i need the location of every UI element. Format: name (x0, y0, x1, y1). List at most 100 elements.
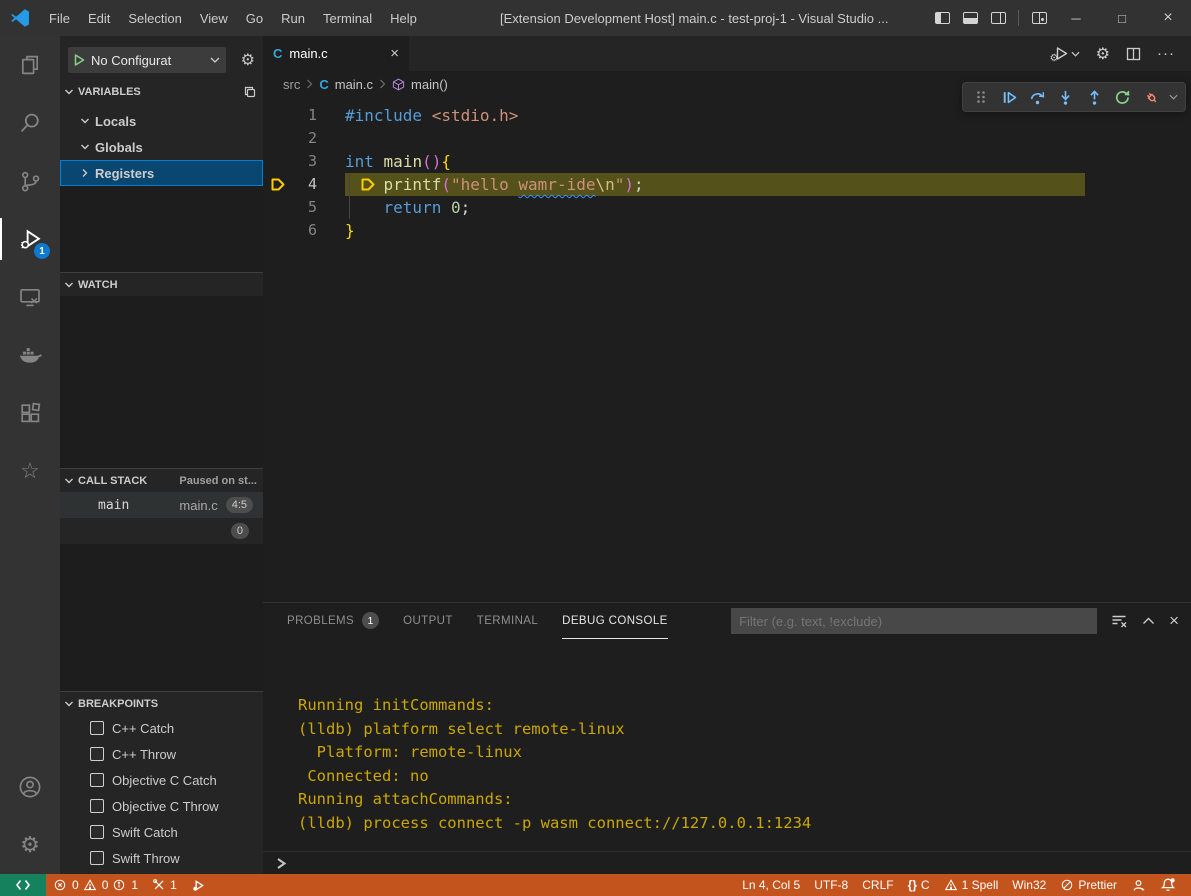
maximize-button[interactable]: □ (1099, 0, 1145, 36)
launch-json-gear-icon[interactable]: ⚙ (241, 50, 257, 70)
menu-go[interactable]: Go (237, 0, 272, 36)
variables-scope-globals[interactable]: Globals (60, 134, 263, 160)
favorites-star-icon[interactable]: ☆ (0, 442, 60, 500)
close-panel-icon[interactable]: × (1169, 611, 1179, 631)
menu-terminal[interactable]: Terminal (314, 0, 381, 36)
console-filter-box[interactable] (731, 608, 1097, 634)
breakpoint-item[interactable]: C++ Throw (60, 741, 263, 767)
disconnect-button[interactable] (1139, 84, 1164, 110)
continue-button[interactable] (996, 84, 1021, 110)
eol-sequence[interactable]: CRLF (855, 878, 900, 892)
close-button[interactable]: × (1145, 0, 1191, 36)
code-line[interactable]: 3int main(){ (263, 150, 1191, 173)
problems-status[interactable]: 0 0 1 (46, 874, 145, 896)
line-number[interactable]: 1 (263, 104, 317, 127)
maximize-panel-chevron-icon[interactable] (1142, 617, 1155, 625)
source-control-icon[interactable] (0, 152, 60, 210)
menu-file[interactable]: File (40, 0, 79, 36)
breadcrumb-symbol[interactable]: main() (411, 77, 448, 92)
breakpoint-item[interactable]: Swift Throw (60, 845, 263, 871)
more-actions-icon[interactable]: ··· (1157, 45, 1175, 62)
line-number[interactable]: 4 (263, 173, 317, 196)
panel-tab-debug-console[interactable]: DEBUG CONSOLE (562, 603, 668, 639)
menu-run[interactable]: Run (272, 0, 314, 36)
launch-config-dropdown[interactable]: No Configurat (68, 47, 226, 73)
stack-frame-row[interactable]: main main.c 4:5 (60, 492, 263, 518)
line-number[interactable]: 6 (263, 219, 317, 242)
feedback-icon[interactable] (1124, 878, 1153, 893)
restart-button[interactable] (1110, 84, 1135, 110)
tab-main-c[interactable]: C main.c × (263, 36, 409, 71)
breakpoint-item[interactable]: Swift Catch (60, 819, 263, 845)
code-line[interactable]: 4 printf("hello wamr-ide\n"); (263, 173, 1191, 196)
line-number[interactable]: 5 (263, 196, 317, 219)
line-number[interactable]: 3 (263, 150, 317, 173)
remote-explorer-icon[interactable] (0, 268, 60, 326)
encoding[interactable]: UTF-8 (807, 878, 855, 892)
call-stack-section-header[interactable]: CALL STACK Paused on st... (60, 468, 263, 492)
toggle-secondary-sidebar-icon[interactable] (984, 0, 1012, 36)
formatter-status[interactable]: Prettier (1053, 878, 1124, 892)
session-row[interactable]: 0 (60, 518, 263, 544)
panel-tab-problems[interactable]: PROBLEMS1 (287, 603, 379, 639)
remote-indicator[interactable] (0, 874, 46, 896)
search-icon[interactable] (0, 94, 60, 152)
debug-console-input[interactable] (263, 851, 1191, 874)
variables-scope-locals[interactable]: Locals (60, 108, 263, 134)
editor-gear-icon[interactable]: ⚙ (1096, 44, 1110, 64)
breakpoint-item[interactable]: Objective C Catch (60, 767, 263, 793)
debug-status-icon[interactable] (184, 874, 213, 896)
breadcrumb-folder[interactable]: src (283, 77, 300, 92)
customize-layout-icon[interactable] (1025, 0, 1053, 36)
tab-close-icon[interactable]: × (390, 45, 399, 62)
cursor-position[interactable]: Ln 4, Col 5 (735, 878, 807, 892)
toggle-sidebar-icon[interactable] (928, 0, 956, 36)
variables-section-header[interactable]: VARIABLES (60, 80, 263, 104)
docker-icon[interactable] (0, 326, 60, 384)
breakpoint-checkbox[interactable] (90, 773, 104, 787)
code-line[interactable]: 5 return 0; (263, 196, 1191, 219)
toolchain-status[interactable]: 1 (145, 874, 184, 896)
watch-section-header[interactable]: WATCH (60, 272, 263, 296)
notifications-bell-icon[interactable] (1153, 877, 1183, 893)
step-over-button[interactable] (1025, 84, 1050, 110)
language-mode[interactable]: {} C (901, 878, 937, 892)
breakpoint-checkbox[interactable] (90, 747, 104, 761)
copy-value-icon[interactable] (243, 85, 257, 99)
toggle-panel-icon[interactable] (956, 0, 984, 36)
menu-edit[interactable]: Edit (79, 0, 119, 36)
run-and-debug-icon[interactable]: 1 (0, 210, 60, 268)
menu-view[interactable]: View (191, 0, 237, 36)
platform-target[interactable]: Win32 (1005, 878, 1053, 892)
panel-tab-output[interactable]: OUTPUT (403, 603, 453, 639)
filter-input[interactable] (739, 614, 1089, 629)
breakpoints-section-header[interactable]: BREAKPOINTS (60, 691, 263, 715)
breakpoint-checkbox[interactable] (90, 799, 104, 813)
step-out-button[interactable] (1082, 84, 1107, 110)
breadcrumb-file[interactable]: main.c (335, 77, 373, 92)
code-editor[interactable]: 1#include <stdio.h>23int main(){4 printf… (263, 97, 1191, 602)
breakpoint-checkbox[interactable] (90, 851, 104, 865)
menu-selection[interactable]: Selection (119, 0, 190, 36)
step-into-button[interactable] (1053, 84, 1078, 110)
breakpoint-checkbox[interactable] (90, 721, 104, 735)
explorer-icon[interactable] (0, 36, 60, 94)
breakpoint-item[interactable]: Objective C Throw (60, 793, 263, 819)
minimize-button[interactable]: ─ (1053, 0, 1099, 36)
code-line[interactable]: 6} (263, 219, 1191, 242)
debug-session-chevron-icon[interactable] (1167, 94, 1180, 100)
split-editor-icon[interactable] (1126, 47, 1141, 61)
account-icon[interactable] (0, 758, 60, 816)
menu-help[interactable]: Help (381, 0, 426, 36)
run-or-debug-button[interactable]: ⚙ (1054, 46, 1080, 61)
clear-console-icon[interactable] (1111, 614, 1128, 629)
variables-scope-registers[interactable]: Registers (60, 160, 263, 186)
toolbar-grip-icon[interactable] (968, 84, 993, 110)
breakpoint-checkbox[interactable] (90, 825, 104, 839)
panel-tab-terminal[interactable]: TERMINAL (477, 603, 538, 639)
extensions-icon[interactable] (0, 384, 60, 442)
settings-gear-icon[interactable]: ⚙ (0, 816, 60, 874)
breakpoint-item[interactable]: C++ Catch (60, 715, 263, 741)
spell-checker-status[interactable]: 1 Spell (937, 878, 1006, 892)
code-line[interactable]: 2 (263, 127, 1191, 150)
